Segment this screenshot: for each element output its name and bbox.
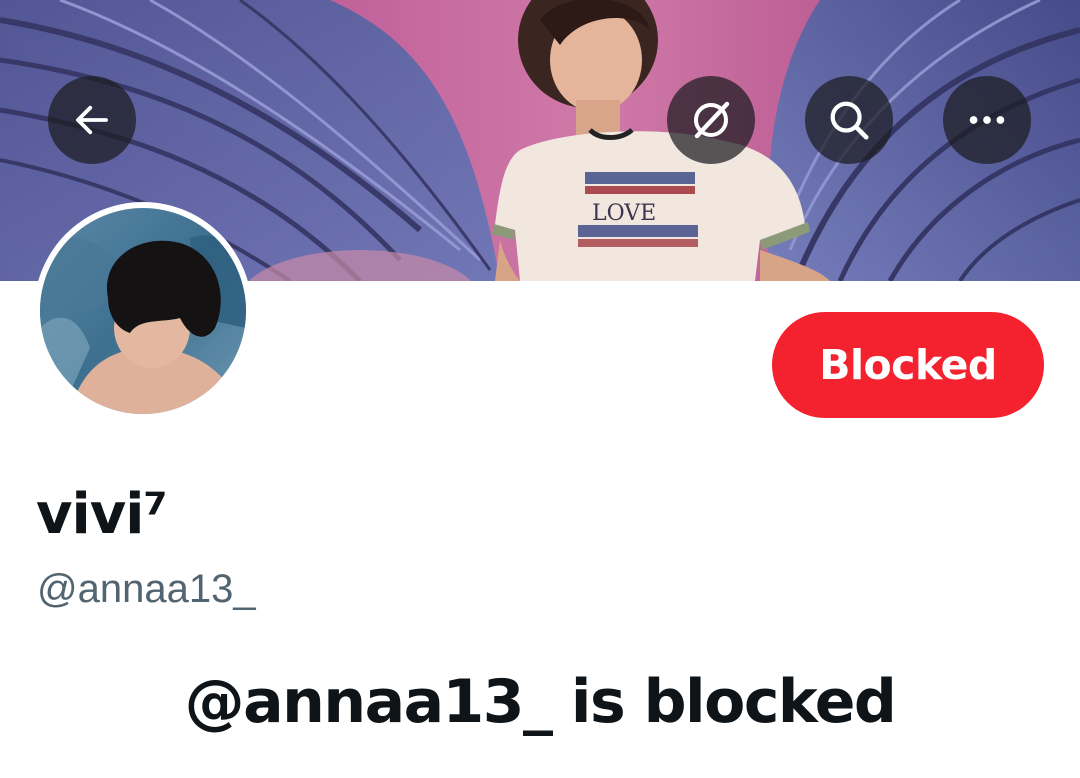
profile-avatar[interactable]	[34, 202, 252, 420]
display-name: vivi⁷	[36, 482, 168, 547]
grok-slash-icon	[694, 101, 730, 139]
more-options-button[interactable]	[943, 76, 1031, 164]
back-button[interactable]	[48, 76, 136, 164]
blocked-message-title: @annaa13_ is blocked	[184, 667, 897, 737]
search-button[interactable]	[805, 76, 893, 164]
user-handle: @annaa13_	[37, 567, 256, 611]
grok-button[interactable]	[667, 76, 755, 164]
profile-screen: LOVE Blocked vivi⁷ @annaa13_ @annaa13_ i…	[0, 0, 1080, 778]
arrow-left-icon	[76, 105, 108, 135]
blocked-button[interactable]: Blocked	[772, 312, 1044, 418]
search-icon	[830, 101, 869, 140]
shirt-text: LOVE	[592, 201, 656, 226]
more-horizontal-icon	[969, 116, 1005, 124]
